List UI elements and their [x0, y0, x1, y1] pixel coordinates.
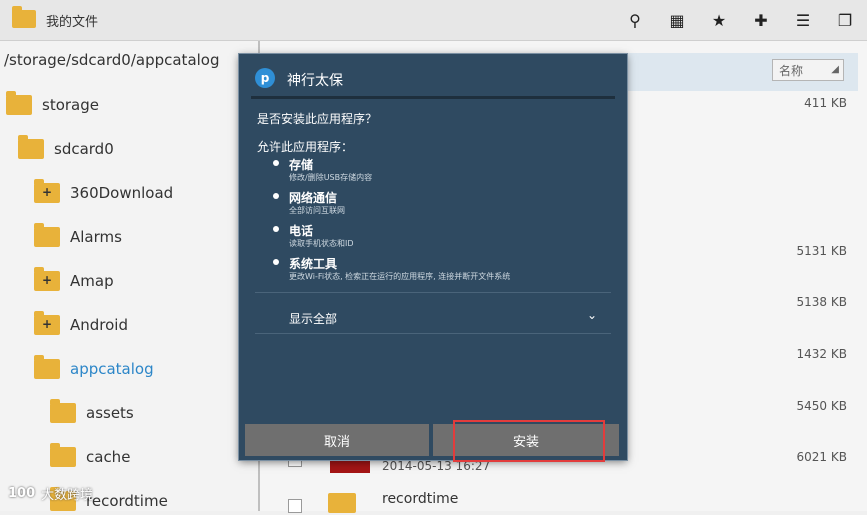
- folder-icon: [50, 399, 76, 423]
- permission-desc: 读取手机状态和ID: [289, 239, 354, 248]
- tree-item-label: cache: [86, 448, 131, 466]
- folder-tree-panel: /storage/sdcard0/appcatalog storage sdca…: [0, 41, 260, 511]
- current-path: /storage/sdcard0/appcatalog: [4, 51, 220, 69]
- permission-desc: 全部访问互联网: [289, 206, 345, 215]
- window-icon[interactable]: ❐: [833, 8, 857, 32]
- permission-desc: 修改/删除USB存储内容: [289, 173, 373, 182]
- divider: [255, 292, 611, 293]
- cancel-button[interactable]: 取消: [245, 424, 429, 456]
- tree-item-assets[interactable]: assets: [50, 399, 134, 427]
- file-size: 1432 KB: [796, 347, 847, 361]
- page-title: 我的文件: [46, 15, 99, 30]
- folder-plus-icon[interactable]: +: [34, 311, 60, 335]
- tree-item-label: Amap: [70, 272, 114, 290]
- install-question: 是否安装此应用程序？: [257, 112, 378, 126]
- permission-title: 网络通信: [289, 191, 338, 205]
- tree-item-label: recordtime: [86, 492, 168, 510]
- tree-item-360download[interactable]: + 360Download: [34, 179, 173, 207]
- file-size: 6021 KB: [796, 450, 847, 464]
- tree-item-cache[interactable]: cache: [50, 443, 130, 471]
- file-size: 5450 KB: [796, 399, 847, 413]
- install-highlight-box: [453, 420, 605, 462]
- chevron-down-icon[interactable]: ⌄: [587, 308, 597, 322]
- show-all-toggle[interactable]: 显示全部: [289, 310, 337, 327]
- divider: [255, 333, 611, 334]
- watermark-logo: 100: [8, 486, 36, 501]
- folder-plus-icon[interactable]: +: [34, 179, 60, 203]
- folder-icon: [6, 91, 32, 115]
- search-icon[interactable]: ⚲: [623, 8, 647, 32]
- sort-label: 名称: [779, 63, 804, 78]
- permission-title: 存储: [289, 158, 314, 172]
- tree-item-sdcard0[interactable]: sdcard0: [18, 135, 114, 163]
- permission-desc: 更改Wi-Fi状态, 检索正在运行的应用程序, 连接并断开文件系统: [289, 272, 511, 281]
- app-top-bar: 我的文件 ⚲ ▦ ★ ✚ ☰ ❐: [0, 0, 867, 41]
- file-size: 411 KB: [804, 96, 847, 110]
- watermark: 100 大数跨境: [8, 484, 93, 503]
- tree-item-label: 360Download: [70, 184, 174, 202]
- folder-icon: [18, 135, 44, 159]
- tree-item-label: appcatalog: [70, 360, 154, 378]
- tree-item-label: Alarms: [70, 228, 122, 246]
- dropdown-arrow-icon: ◢: [831, 64, 839, 75]
- tree-item-appcatalog[interactable]: appcatalog: [34, 355, 154, 383]
- watermark-text: 大数跨境: [41, 488, 94, 503]
- folder-icon: [34, 355, 60, 379]
- bullet-icon: [273, 259, 279, 265]
- tree-item-label: Android: [70, 316, 128, 334]
- divider: [251, 96, 615, 99]
- permission-title: 系统工具: [289, 257, 338, 271]
- install-dialog: p 神行太保 是否安装此应用程序？ 允许此应用程序： 存储 修改/删除USB存储…: [239, 54, 627, 460]
- dialog-title: 神行太保: [287, 73, 343, 89]
- file-name: recordtime: [382, 491, 459, 507]
- app-icon: p: [255, 68, 275, 88]
- permission-title: 电话: [289, 224, 314, 238]
- sort-dropdown[interactable]: 名称 ◢: [772, 59, 844, 81]
- dialog-header: p 神行太保: [239, 54, 627, 100]
- tree-item-label: sdcard0: [54, 140, 114, 158]
- folder-plus-icon[interactable]: +: [34, 267, 60, 291]
- sort-menu-icon[interactable]: ☰: [791, 8, 815, 32]
- file-size: 5131 KB: [796, 244, 847, 258]
- tree-item-storage[interactable]: storage: [6, 91, 99, 119]
- folder-icon: [12, 6, 36, 28]
- file-size: 5138 KB: [796, 295, 847, 309]
- grid-view-icon[interactable]: ▦: [665, 8, 689, 32]
- bullet-icon: [273, 193, 279, 199]
- folder-icon: [34, 223, 60, 247]
- tree-item-android[interactable]: + Android: [34, 311, 128, 339]
- tree-item-alarms[interactable]: Alarms: [34, 223, 122, 251]
- bullet-icon: [273, 226, 279, 232]
- folder-icon: [50, 443, 76, 467]
- permissions-heading: 允许此应用程序：: [257, 140, 354, 154]
- bullet-icon: [273, 160, 279, 166]
- add-folder-icon[interactable]: ✚: [749, 8, 773, 32]
- folder-star-icon[interactable]: ★: [707, 8, 731, 32]
- tree-item-label: assets: [86, 404, 134, 422]
- tree-item-label: storage: [42, 96, 99, 114]
- toolbar-icons: ⚲ ▦ ★ ✚ ☰ ❐: [623, 8, 857, 32]
- folder-icon: [328, 493, 356, 513]
- tree-item-amap[interactable]: + Amap: [34, 267, 114, 295]
